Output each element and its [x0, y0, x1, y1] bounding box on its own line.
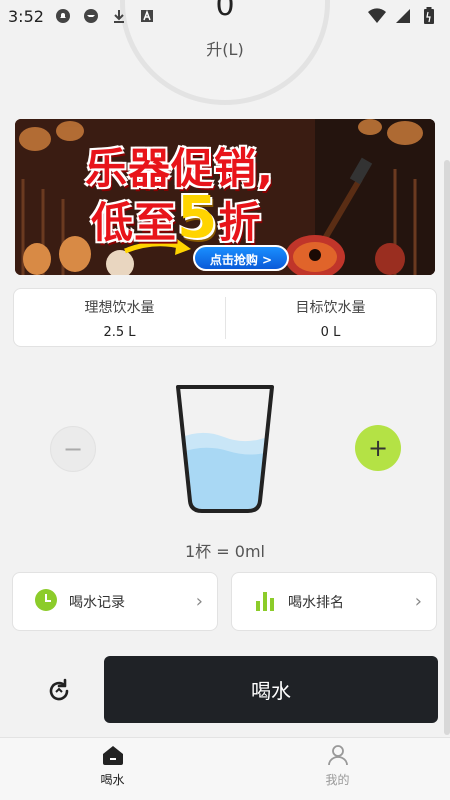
scrollbar[interactable] — [444, 160, 450, 735]
reset-button[interactable] — [42, 674, 76, 708]
tab-mine-label: 我的 — [325, 773, 350, 787]
battery-icon — [420, 7, 438, 25]
bar-chart-icon — [254, 589, 276, 615]
water-amount-card: 理想饮水量 2.5 L 目标饮水量 0 L — [13, 288, 437, 347]
banner-line2-prefix: 低至 — [91, 198, 178, 247]
banner-line2-suffix: 折 — [218, 198, 262, 247]
banner-buy-button[interactable]: 点击抢购 > — [193, 245, 289, 271]
ideal-amount-value: 2.5 L — [103, 325, 136, 340]
wifi-icon — [368, 7, 386, 25]
decrease-cup-button[interactable]: − — [50, 426, 96, 472]
refresh-icon — [49, 678, 69, 701]
vpn-icon — [82, 7, 100, 25]
target-amount-value: 0 L — [320, 325, 341, 340]
ideal-amount-label: 理想饮水量 — [84, 300, 155, 316]
gauge-unit: 升(L) — [206, 40, 244, 59]
chevron-right-icon: › — [195, 591, 203, 612]
ideal-amount: 理想饮水量 2.5 L — [14, 289, 225, 346]
user-icon — [327, 745, 348, 766]
app-icon — [138, 7, 156, 25]
tab-drink[interactable]: 喝水 — [0, 738, 225, 800]
bottom-tab-bar: 喝水 我的 — [0, 737, 450, 800]
clock-icon — [35, 588, 57, 615]
drink-records-card[interactable]: 喝水记录 › — [12, 572, 218, 631]
increase-cup-button[interactable]: + — [355, 425, 401, 471]
signal-icon — [394, 7, 412, 25]
drink-water-button[interactable]: 喝水 — [104, 656, 438, 723]
promo-banner[interactable]: 乐器促销, 低至5折 点击抢购 > — [15, 119, 435, 275]
notification-bell-icon — [54, 7, 72, 25]
tab-mine[interactable]: 我的 — [225, 738, 450, 800]
target-amount-label: 目标饮水量 — [295, 300, 366, 316]
banner-discount-number: 5 — [177, 183, 219, 251]
home-icon — [102, 746, 123, 765]
tab-drink-label: 喝水 — [100, 773, 125, 787]
banner-subheadline: 低至5折 — [91, 183, 261, 251]
target-amount[interactable]: 目标饮水量 0 L — [225, 289, 436, 346]
drink-ranking-label: 喝水排名 — [288, 594, 344, 611]
download-icon — [110, 7, 128, 25]
drink-records-label: 喝水记录 — [69, 594, 125, 611]
status-bar: 3:52 — [0, 0, 450, 32]
status-time: 3:52 — [8, 6, 44, 26]
drink-ranking-card[interactable]: 喝水排名 › — [231, 572, 437, 631]
chevron-right-icon: › — [414, 591, 422, 612]
water-cup-icon — [174, 383, 276, 517]
cup-size-info: 1杯 = 0ml — [185, 542, 265, 561]
